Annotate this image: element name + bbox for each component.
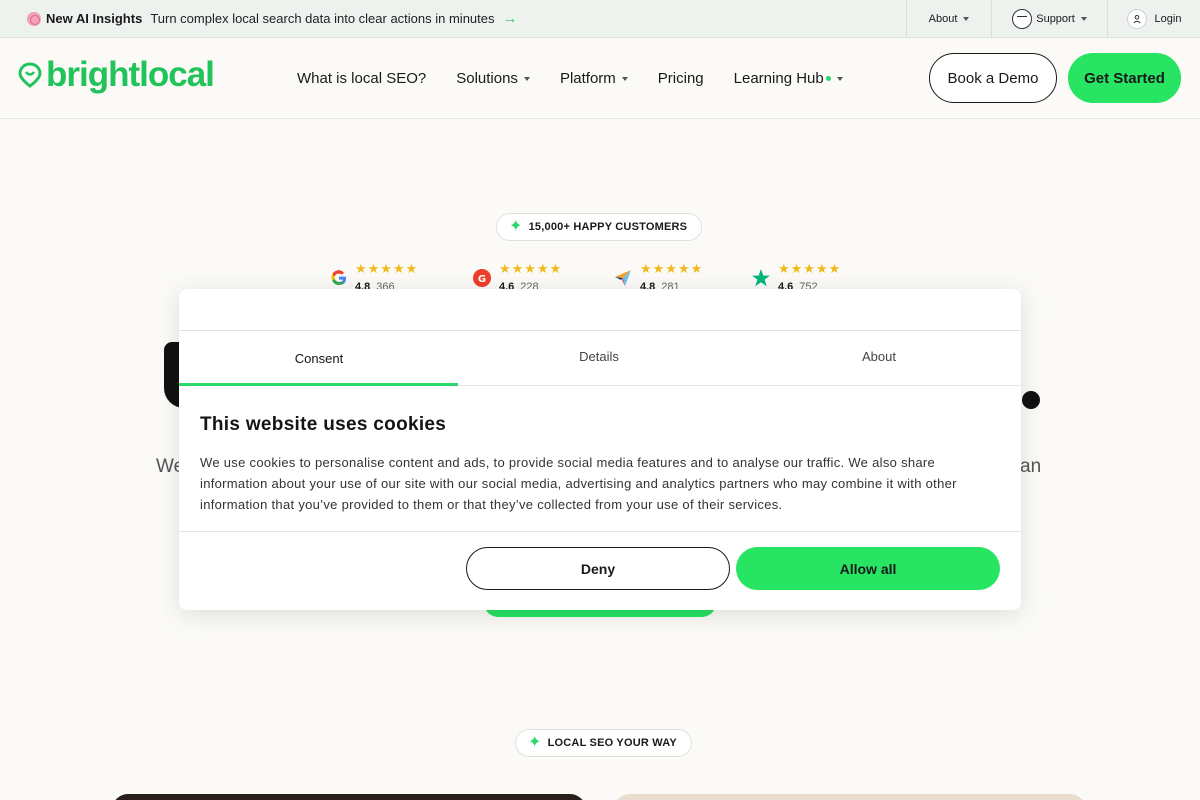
rating-google[interactable]: ★★★★★ 4.8366 Reviews bbox=[330, 261, 420, 305]
book-demo-button[interactable]: Book a Demo bbox=[929, 53, 1057, 103]
get-started-button[interactable]: Get Started bbox=[1068, 53, 1181, 103]
tab-about[interactable]: About bbox=[739, 331, 1019, 385]
capterra-icon bbox=[613, 268, 633, 288]
sparkle-icon: ✦ bbox=[528, 734, 542, 751]
promo-title: New AI Insights bbox=[46, 11, 143, 26]
deny-button[interactable]: Deny bbox=[466, 547, 730, 590]
hero-subtitle-fragment-right: an bbox=[1020, 456, 1042, 477]
allow-all-button[interactable]: Allow all bbox=[736, 547, 1000, 590]
hero-heading-period bbox=[1022, 391, 1040, 409]
rating-g2[interactable]: G ★★★★★ 4.6228 Reviews bbox=[472, 261, 563, 305]
logo-wordmark: brightlocal bbox=[46, 55, 215, 94]
chevron-down-icon bbox=[836, 76, 843, 81]
badge-label: 15,000+ HAPPY CUSTOMERS bbox=[528, 221, 688, 233]
cookie-consent-dialog: Consent Details About This website uses … bbox=[179, 289, 1021, 610]
dialog-header bbox=[179, 289, 1021, 331]
feature-card-right[interactable] bbox=[614, 794, 1086, 800]
happy-customers-badge: ✦ 15,000+ HAPPY CUSTOMERS bbox=[496, 213, 703, 241]
active-tab-indicator bbox=[179, 383, 458, 386]
badge-label: LOCAL SEO YOUR WAY bbox=[547, 737, 677, 749]
promo-link[interactable]: New AI Insights Turn complex local searc… bbox=[0, 0, 518, 37]
chevron-down-icon bbox=[963, 17, 970, 21]
rating-trustpilot[interactable]: ★★★★★ 4.6752 Reviews bbox=[751, 261, 842, 305]
chevron-down-icon bbox=[1080, 17, 1087, 21]
local-seo-badge: ✦ LOCAL SEO YOUR WAY bbox=[515, 729, 692, 757]
dialog-body: This website uses cookies We use cookies… bbox=[179, 386, 1021, 532]
main-nav: brightlocal What is local SEO? Solutions… bbox=[0, 38, 1200, 119]
promo-text: Turn complex local search data into clea… bbox=[150, 11, 495, 26]
login-link[interactable]: Login bbox=[1107, 0, 1200, 38]
nav-label: Solutions bbox=[456, 70, 518, 87]
nav-what-is-local-seo[interactable]: What is local SEO? bbox=[297, 70, 426, 87]
tab-details[interactable]: Details bbox=[459, 331, 739, 385]
chevron-down-icon bbox=[621, 76, 628, 81]
about-label: About bbox=[928, 13, 958, 25]
g2-icon: G bbox=[472, 268, 492, 288]
star-rating: ★★★★★ bbox=[355, 261, 419, 276]
support-label: Support bbox=[1036, 13, 1075, 25]
nav-label: Pricing bbox=[657, 70, 704, 87]
nav-pricing[interactable]: Pricing bbox=[658, 70, 704, 87]
new-indicator-dot bbox=[825, 76, 831, 81]
arrow-right-icon: → bbox=[502, 10, 518, 27]
dialog-text: We use cookies to personalise content an… bbox=[200, 455, 957, 512]
google-icon bbox=[330, 268, 348, 288]
dialog-actions: Deny Allow all bbox=[179, 532, 1021, 610]
feature-card-left[interactable] bbox=[112, 794, 586, 800]
nav-label: Platform bbox=[559, 70, 616, 87]
nav-learning-hub[interactable]: Learning Hub bbox=[734, 70, 843, 87]
nav-label: Learning Hub bbox=[733, 70, 824, 87]
dialog-title: This website uses cookies bbox=[200, 414, 447, 435]
location-pin-icon bbox=[18, 62, 42, 88]
nav-platform[interactable]: Platform bbox=[560, 70, 628, 87]
tab-consent[interactable]: Consent bbox=[179, 331, 459, 385]
brain-icon bbox=[27, 11, 41, 26]
sparkle-icon: ✦ bbox=[509, 218, 523, 235]
svg-text:G: G bbox=[478, 274, 486, 285]
about-menu[interactable]: About bbox=[906, 0, 991, 38]
rating-capterra[interactable]: ★★★★★ 4.8281 Reviews bbox=[613, 261, 704, 305]
support-avatar-icon bbox=[1012, 9, 1033, 29]
trustpilot-icon bbox=[751, 268, 771, 288]
nav-label: What is local SEO? bbox=[297, 70, 427, 87]
nav-solutions[interactable]: Solutions bbox=[456, 70, 530, 87]
brightlocal-logo[interactable]: brightlocal bbox=[18, 55, 215, 95]
star-rating: ★★★★★ bbox=[778, 261, 842, 276]
consent-tabs: Consent Details About bbox=[179, 331, 1021, 386]
user-icon bbox=[1126, 9, 1147, 29]
login-label: Login bbox=[1154, 13, 1182, 25]
star-rating: ★★★★★ bbox=[640, 261, 704, 276]
announcement-bar: New AI Insights Turn complex local searc… bbox=[0, 0, 1200, 38]
support-menu[interactable]: Support bbox=[991, 0, 1107, 38]
star-rating: ★★★★★ bbox=[499, 261, 563, 276]
chevron-down-icon bbox=[523, 76, 530, 81]
